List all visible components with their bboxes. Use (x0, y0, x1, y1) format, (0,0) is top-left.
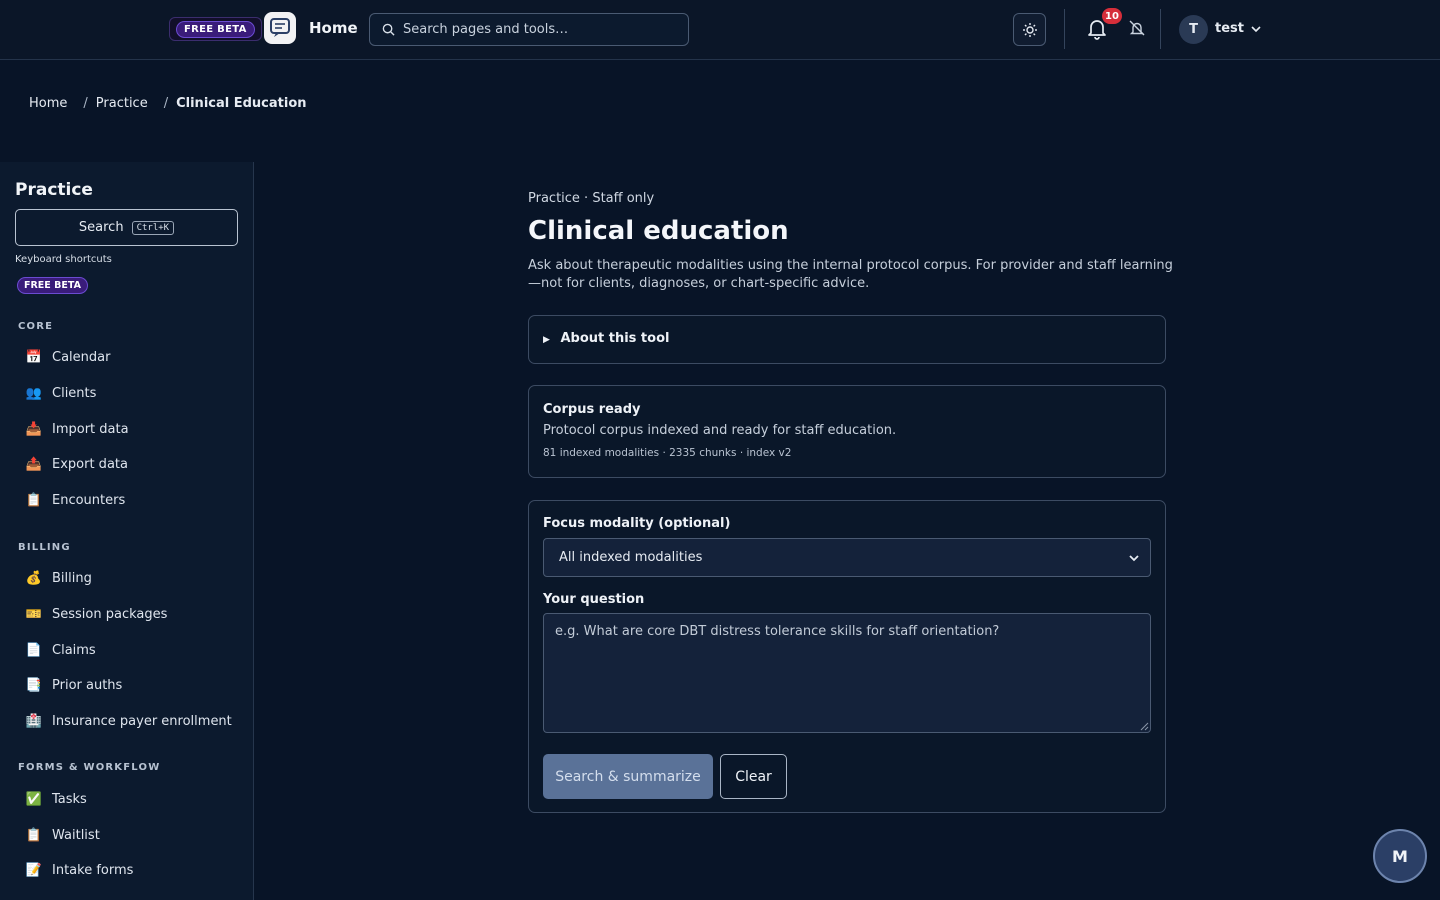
sidebar-item-encounters[interactable]: 📋 Encounters (25, 488, 125, 512)
breadcrumb: Home / Practice / Clinical Education (29, 96, 307, 111)
global-search-input[interactable] (403, 22, 673, 37)
sidebar-search-label: Search (78, 220, 124, 235)
check-mark-icon: ✅ (25, 791, 43, 807)
search-summarize-button[interactable]: Search & summarize (543, 754, 713, 799)
people-icon: 👥 (25, 385, 43, 401)
sidebar-item-session-packages[interactable]: 🎫 Session packages (25, 602, 167, 626)
modality-select-value: All indexed modalities (559, 550, 703, 565)
sidebar-section-core: CORE (18, 321, 54, 332)
header-divider (1160, 9, 1161, 49)
outbox-tray-icon: 📤 (25, 456, 43, 472)
sidebar-item-label: Intake forms (52, 862, 134, 878)
sidebar-search-button[interactable]: Search Ctrl+K (15, 209, 238, 246)
sidebar-item-label: Clients (52, 385, 97, 401)
calendar-icon: 📅 (25, 349, 43, 365)
user-name[interactable]: test (1215, 21, 1244, 36)
sidebar-item-label: Tasks (52, 791, 87, 807)
bookmark-tabs-icon: 📑 (25, 677, 43, 693)
chevron-down-icon[interactable] (1249, 22, 1263, 36)
question-form: Focus modality (optional) All indexed mo… (528, 500, 1166, 813)
sidebar-beta-badge: FREE BETA (17, 277, 88, 294)
breadcrumb-current: Clinical Education (176, 96, 307, 111)
money-bag-icon: 💰 (25, 570, 43, 586)
corpus-status-heading: Corpus ready (543, 402, 641, 417)
memo-icon: 📝 (25, 862, 43, 878)
sidebar-item-label: Import data (52, 421, 129, 437)
sidebar-item-prior-auths[interactable]: 📑 Prior auths (25, 673, 122, 697)
sun-icon (1022, 22, 1037, 37)
sidebar-item-label: Insurance payer enrollment (52, 713, 232, 729)
sidebar-item-billing[interactable]: 💰 Billing (25, 566, 92, 590)
keyboard-shortcut-hint: Ctrl+K (131, 220, 175, 235)
clear-button[interactable]: Clear (720, 754, 787, 799)
sidebar-item-label: Prior auths (52, 677, 123, 693)
modality-label: Focus modality (optional) (543, 516, 731, 531)
resize-grip-icon[interactable] (1140, 722, 1149, 731)
corpus-status-body: Protocol corpus indexed and ready for st… (543, 423, 897, 438)
ticket-icon: 🎫 (25, 606, 43, 622)
breadcrumb-separator: / (83, 96, 88, 111)
notification-count-badge: 10 (1102, 8, 1122, 24)
home-link[interactable]: Home (309, 19, 358, 37)
mute-notifications-button[interactable] (1128, 19, 1148, 39)
top-bar: FREE BETA Home Search pages and tools… 1… (0, 0, 1440, 60)
global-search[interactable] (369, 13, 689, 46)
sidebar-item-calendar[interactable]: 📅 Calendar (25, 345, 111, 369)
breadcrumb-home[interactable]: Home (29, 96, 67, 111)
theme-toggle-button[interactable] (1013, 13, 1046, 46)
breadcrumb-practice[interactable]: Practice (96, 96, 148, 111)
corpus-status-meta: 81 indexed modalities · 2335 chunks · in… (543, 447, 792, 459)
sidebar-item-label: Session packages (52, 606, 168, 622)
sidebar: Practice Search Ctrl+K Keyboard shortcut… (0, 162, 254, 900)
sidebar-item-label: Billing (52, 570, 92, 586)
clipboard-icon: 📋 (25, 492, 43, 508)
sidebar-item-tasks[interactable]: ✅ Tasks (25, 787, 87, 811)
inbox-tray-icon: 📥 (25, 421, 43, 437)
page-description: Ask about therapeutic modalities using t… (528, 258, 1173, 291)
app-logo-icon[interactable] (264, 12, 296, 44)
sidebar-item-export-data[interactable]: 📤 Export data (25, 452, 128, 476)
sidebar-item-label: Calendar (52, 349, 111, 365)
hospital-icon: 🏥 (25, 713, 43, 729)
about-tool-label: About this tool (560, 331, 670, 346)
assistant-fab-button[interactable]: M (1373, 829, 1427, 883)
chevron-down-icon (1129, 555, 1139, 562)
page-title: Clinical education (528, 216, 789, 246)
about-tool-disclosure[interactable]: ▶ About this tool (528, 315, 1166, 364)
beta-badge: FREE BETA (169, 17, 262, 41)
sidebar-item-label: Export data (52, 456, 128, 472)
sidebar-item-label: Waitlist (52, 827, 100, 843)
sidebar-item-label: Encounters (52, 492, 126, 508)
sidebar-item-clients[interactable]: 👥 Clients (25, 381, 97, 405)
question-label: Your question (543, 592, 645, 607)
corpus-status-card: Corpus ready Protocol corpus indexed and… (528, 385, 1166, 478)
beta-badge-label: FREE BETA (176, 20, 255, 38)
document-icon: 📄 (25, 642, 43, 658)
keyboard-shortcuts-link[interactable]: Keyboard shortcuts (15, 254, 112, 265)
page-eyebrow: Practice · Staff only (528, 191, 655, 206)
triangle-right-icon: ▶ (543, 335, 550, 345)
question-textarea[interactable] (543, 613, 1151, 733)
sidebar-item-label: Claims (52, 642, 96, 658)
sidebar-item-insurance-payer-enrollment[interactable]: 🏥 Insurance payer enrollment (25, 709, 232, 733)
sidebar-item-import-data[interactable]: 📥 Import data (25, 417, 129, 441)
sidebar-section-forms-workflow: FORMS & WORKFLOW (18, 762, 161, 773)
bell-off-icon (1129, 20, 1145, 36)
breadcrumb-separator: / (163, 96, 169, 111)
clipboard-icon: 📋 (25, 827, 43, 843)
sidebar-item-intake-forms[interactable]: 📝 Intake forms (25, 858, 134, 882)
sidebar-item-claims[interactable]: 📄 Claims (25, 638, 96, 662)
search-icon (382, 23, 395, 36)
sidebar-section-billing: BILLING (18, 542, 71, 553)
avatar[interactable]: T (1179, 15, 1208, 44)
sidebar-item-waitlist[interactable]: 📋 Waitlist (25, 823, 100, 847)
sidebar-title: Practice (15, 180, 93, 200)
modality-select[interactable]: All indexed modalities (543, 538, 1151, 577)
header-divider (1064, 9, 1065, 49)
